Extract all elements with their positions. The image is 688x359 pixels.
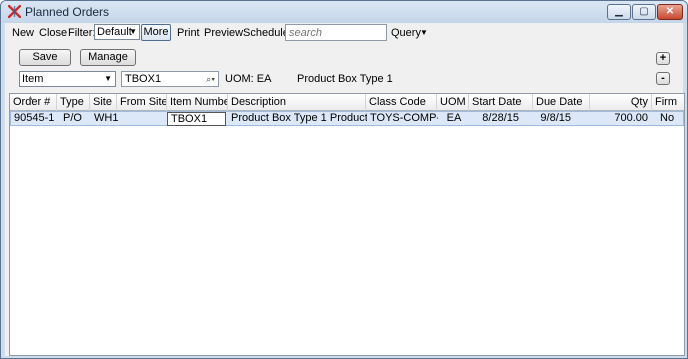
close-button[interactable]: Close — [39, 27, 67, 39]
column-header-due-date[interactable]: Due Date — [533, 94, 590, 111]
toolbar: New Close Filter: Default ▼ More Print P… — [5, 23, 683, 43]
column-header-start-date[interactable]: Start Date — [469, 94, 533, 111]
filter-label: Filter: — [68, 27, 96, 39]
cell-firm: No — [660, 112, 675, 124]
sort-ascending-icon: ▲ — [27, 95, 34, 102]
column-header-site[interactable]: Site — [90, 94, 117, 111]
preview-button[interactable]: Preview — [204, 27, 243, 39]
cell-uom: EA — [446, 112, 462, 124]
main-content: New Close Filter: Default ▼ More Print P… — [5, 23, 685, 356]
window-title: Planned Orders — [25, 5, 110, 19]
column-header-description[interactable]: Description — [228, 94, 366, 111]
new-button[interactable]: New — [12, 27, 34, 39]
query-button[interactable]: Query — [391, 27, 421, 39]
cell-class-code: TOYS-COMP-... — [370, 112, 438, 124]
column-header-order[interactable]: ▲ Order # — [10, 94, 57, 111]
filter-value: Default — [97, 26, 132, 38]
item-description: Product Box Type 1 — [297, 73, 393, 85]
chevron-down-icon: ▼ — [129, 27, 137, 36]
chevron-down-icon: ▼ — [104, 74, 112, 83]
table-header: ▲ Order # Type Site From Site Item Numbe… — [10, 94, 684, 111]
column-header-item-number[interactable]: Item Number — [167, 94, 228, 111]
close-window-button[interactable]: ✕ — [657, 4, 683, 20]
cell-due-date: 9/8/15 — [540, 112, 571, 124]
column-header-qty[interactable]: Qty — [590, 94, 652, 111]
cell-description: Product Box Type 1 Product Box — [231, 112, 367, 124]
column-header-from-site[interactable]: From Site — [117, 94, 167, 111]
item-number-value: TBOX1 — [125, 73, 162, 85]
parameter-type-dropdown[interactable]: Item ▼ — [19, 71, 116, 87]
cell-item-number[interactable]: TBOX1 — [167, 112, 226, 126]
column-header-uom[interactable]: UOM — [437, 94, 469, 111]
cell-qty: 700.00 — [614, 112, 648, 124]
parameter-type-value: Item — [22, 73, 44, 85]
item-number-field[interactable]: TBOX1 ⌕▾ — [121, 71, 219, 87]
title-bar[interactable]: Planned Orders ▁ ▢ ✕ — [1, 1, 687, 23]
cell-from-site — [118, 112, 168, 126]
cell-site: WH1 — [94, 112, 118, 124]
print-button[interactable]: Print — [177, 27, 200, 39]
cell-type: P/O — [63, 112, 82, 124]
maximize-button[interactable]: ▢ — [632, 4, 656, 20]
filter-dropdown[interactable]: Default ▼ — [94, 24, 140, 40]
manage-button[interactable]: Manage — [80, 49, 136, 66]
uom-label: UOM: EA — [225, 73, 272, 85]
more-button[interactable]: More — [141, 24, 171, 41]
schedule-button[interactable]: Schedule — [243, 27, 289, 39]
save-button[interactable]: Save — [19, 49, 71, 66]
lookup-icon[interactable]: ⌕▾ — [206, 72, 215, 86]
search-input[interactable] — [285, 24, 387, 41]
cell-start-date: 8/28/15 — [482, 112, 519, 124]
column-header-firm[interactable]: Firm — [652, 94, 684, 111]
planned-orders-window: Planned Orders ▁ ▢ ✕ New Close Filter: D… — [0, 0, 688, 359]
cell-order: 90545-1 — [14, 112, 55, 124]
chevron-down-icon: ▼ — [420, 28, 428, 37]
orders-table: ▲ Order # Type Site From Site Item Numbe… — [9, 93, 685, 356]
column-header-type[interactable]: Type — [57, 94, 90, 111]
minimize-button[interactable]: ▁ — [607, 4, 631, 20]
column-header-class-code[interactable]: Class Code — [366, 94, 437, 111]
expand-button[interactable]: + — [656, 52, 670, 65]
app-logo-icon — [8, 5, 21, 18]
table-row[interactable]: 90545-1 P/O WH1 TBOX1 Product Box Type 1… — [10, 111, 684, 126]
collapse-button[interactable]: - — [656, 72, 670, 85]
